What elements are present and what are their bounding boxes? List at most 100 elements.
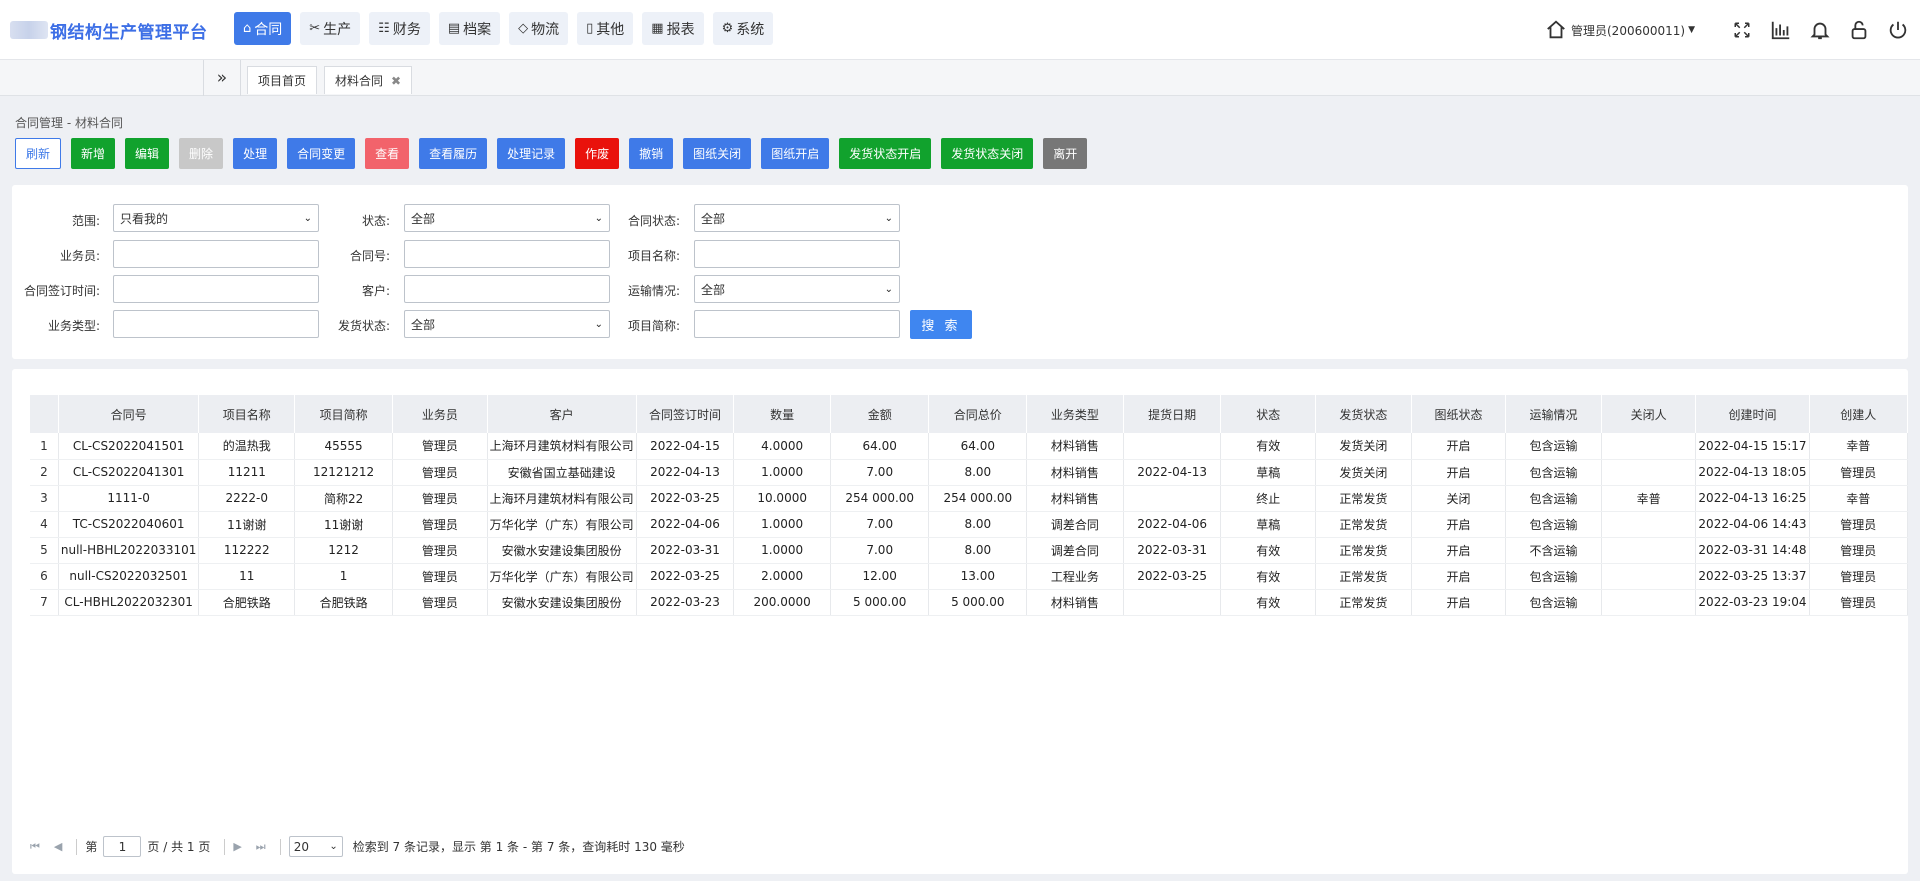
table-cell: 安徽省国立基础建设 [487, 459, 637, 486]
table-cell [1601, 589, 1697, 616]
nav-archive[interactable]: ▤ 档案 [438, 12, 501, 45]
column-header[interactable]: 项目名称 [198, 395, 296, 433]
table-cell: 200.0000 [733, 589, 831, 616]
power-icon[interactable] [1886, 18, 1910, 42]
next-page-icon[interactable]: ▶ [233, 840, 241, 853]
table-cell: 7.00 [830, 537, 930, 564]
first-page-icon[interactable]: ⏮ [30, 840, 40, 854]
column-header[interactable]: 创建时间 [1695, 395, 1810, 433]
drawing-open-button[interactable]: 图纸开启 [761, 138, 830, 169]
leave-button[interactable]: 离开 [1043, 138, 1088, 169]
nav-finance[interactable]: ☷ 财务 [369, 12, 430, 45]
status-select[interactable]: 全部 ⌄ [404, 204, 610, 232]
contract-status-select[interactable]: 全部 ⌄ [694, 204, 900, 232]
table-cell: 开启 [1411, 537, 1507, 564]
table-row[interactable]: 6 null-CS2022032501 11 1 管理员 万华化学（广东）有限公司 2022… [30, 563, 1909, 590]
contract-status-value: 全部 [701, 211, 726, 226]
column-header[interactable]: 合同签订时间 [636, 395, 735, 433]
table-cell [1123, 485, 1222, 512]
lock-icon[interactable] [1847, 18, 1871, 42]
main-nav: ⌂ 合同 ✂ 生产 ☷ 财务 ▤ 档案 ◇ 物流 ▯ 其他 ▦ 报表 ⚙ 系统 [234, 12, 774, 45]
biz-type-input[interactable] [113, 310, 319, 338]
view-button[interactable]: 查看 [365, 138, 410, 169]
transport-select[interactable]: 全部 ⌄ [694, 275, 900, 303]
double-chevron-right-icon[interactable]: » [203, 60, 241, 96]
nav-logistics[interactable]: ◇ 物流 [509, 12, 569, 45]
view-history-button[interactable]: 查看履历 [419, 138, 488, 169]
void-button[interactable]: 作废 [575, 138, 620, 169]
table-row[interactable]: 3 1111-0 2222-0 简称22 管理员 上海环月建筑材料有限公司 2022-03-… [30, 485, 1909, 512]
tab-project-home[interactable]: 项目首页 [247, 66, 318, 94]
table-cell: 材料销售 [1026, 433, 1124, 460]
customer-input[interactable] [404, 275, 610, 303]
column-header[interactable]: 项目简称 [294, 395, 393, 433]
nav-reports[interactable]: ▦ 报表 [642, 12, 704, 45]
tab-material-contract[interactable]: 材料合同 ✖ [324, 66, 413, 94]
contract-table: 合同号 项目名称 项目简称 业务员 客户 合同签订时间 数量 金额 合同总价 业务类型 提货日期 状态… [30, 395, 1909, 616]
table-row[interactable]: 5 null-HBHL2022033101 112222 1212 管理员 安徽水安建设集… [30, 537, 1909, 564]
table-row[interactable]: 2 CL-CS2022041301 11211 12121212 管理员 安徽省国立基础建… [30, 459, 1909, 486]
search-button[interactable]: 搜 索 [910, 310, 972, 339]
table-cell: 112222 [198, 537, 296, 564]
nav-contract[interactable]: ⌂ 合同 [234, 12, 292, 45]
sign-time-input[interactable] [113, 275, 319, 303]
page-input[interactable]: 1 [103, 836, 142, 857]
column-header[interactable]: 提货日期 [1123, 395, 1222, 433]
scope-select[interactable]: 只看我的 ⌄ [113, 204, 319, 232]
archive-icon: ▤ [447, 21, 461, 36]
refresh-button[interactable]: 刷新 [15, 138, 62, 169]
delete-button[interactable]: 删除 [179, 138, 224, 169]
column-header[interactable]: 运输情况 [1505, 395, 1602, 433]
column-header[interactable]: 业务类型 [1026, 395, 1124, 433]
close-icon[interactable]: ✖ [391, 74, 401, 88]
ship-status-open-button[interactable]: 发货状态开启 [839, 138, 932, 169]
table-cell: 安徽水安建设集团股份 [487, 589, 637, 616]
bell-icon[interactable] [1808, 18, 1832, 42]
ship-status-close-button[interactable]: 发货状态关闭 [941, 138, 1034, 169]
page-size-select[interactable]: 20 ⌄ [288, 836, 343, 857]
prev-page-icon[interactable]: ◀ [54, 840, 62, 853]
table-row[interactable]: 7 CL-HBHL2022032301 合肥铁路 合肥铁路 管理员 安徽水安建设集团股份 2… [30, 589, 1909, 616]
table-cell: 2022-03-31 [636, 537, 735, 564]
project-name-input[interactable] [694, 240, 900, 268]
table-cell: 管理员 [1809, 537, 1909, 564]
customer-label: 客户: [361, 284, 390, 298]
nav-other[interactable]: ▯ 其他 [577, 12, 634, 45]
column-header[interactable]: 发货状态 [1315, 395, 1412, 433]
column-header[interactable]: 图纸状态 [1411, 395, 1507, 433]
project-short-input[interactable] [694, 310, 900, 338]
user-menu[interactable]: 管理员(200600011) ▼ [1545, 19, 1695, 41]
contract-no-input[interactable] [404, 240, 610, 268]
process-button[interactable]: 处理 [233, 138, 278, 169]
contract-change-button[interactable]: 合同变更 [287, 138, 356, 169]
column-header[interactable]: 金额 [830, 395, 930, 433]
nav-production[interactable]: ✂ 生产 [300, 12, 361, 45]
ship-status-select[interactable]: 全部 ⌄ [404, 310, 610, 338]
revoke-button[interactable]: 撤销 [629, 138, 674, 169]
column-header[interactable]: 合同号 [58, 395, 200, 433]
nav-system[interactable]: ⚙ 系统 [712, 12, 774, 45]
column-header[interactable]: 状态 [1220, 395, 1316, 433]
table-cell: 45555 [294, 433, 393, 460]
table-cell: 开启 [1411, 589, 1507, 616]
edit-button[interactable]: 编辑 [125, 138, 170, 169]
add-button[interactable]: 新增 [71, 138, 116, 169]
table-row[interactable]: 1 CL-CS2022041501 的温热我 45555 管理员 上海环月建筑材料有限公司… [30, 433, 1909, 460]
column-header[interactable]: 业务员 [392, 395, 488, 433]
salesman-input[interactable] [113, 240, 319, 268]
fullscreen-icon[interactable] [1730, 18, 1754, 42]
column-header[interactable]: 关闭人 [1601, 395, 1697, 433]
process-log-button[interactable]: 处理记录 [497, 138, 566, 169]
divider [76, 838, 78, 855]
tab-label: 项目首页 [258, 74, 307, 88]
column-header[interactable]: 合同总价 [928, 395, 1028, 433]
table-cell: 1212 [294, 537, 393, 564]
bar-chart-icon[interactable] [1769, 18, 1793, 42]
table-row[interactable]: 4 TC-CS2022040601 11谢谢 11谢谢 管理员 万华化学（广东）有限公司 2… [30, 511, 1909, 538]
last-page-icon[interactable]: ⏭ [256, 840, 266, 854]
column-header[interactable]: 创建人 [1809, 395, 1909, 433]
table-cell: 1.0000 [733, 459, 831, 486]
column-header[interactable]: 数量 [733, 395, 831, 433]
drawing-close-button[interactable]: 图纸关闭 [683, 138, 752, 169]
column-header[interactable]: 客户 [487, 395, 637, 433]
